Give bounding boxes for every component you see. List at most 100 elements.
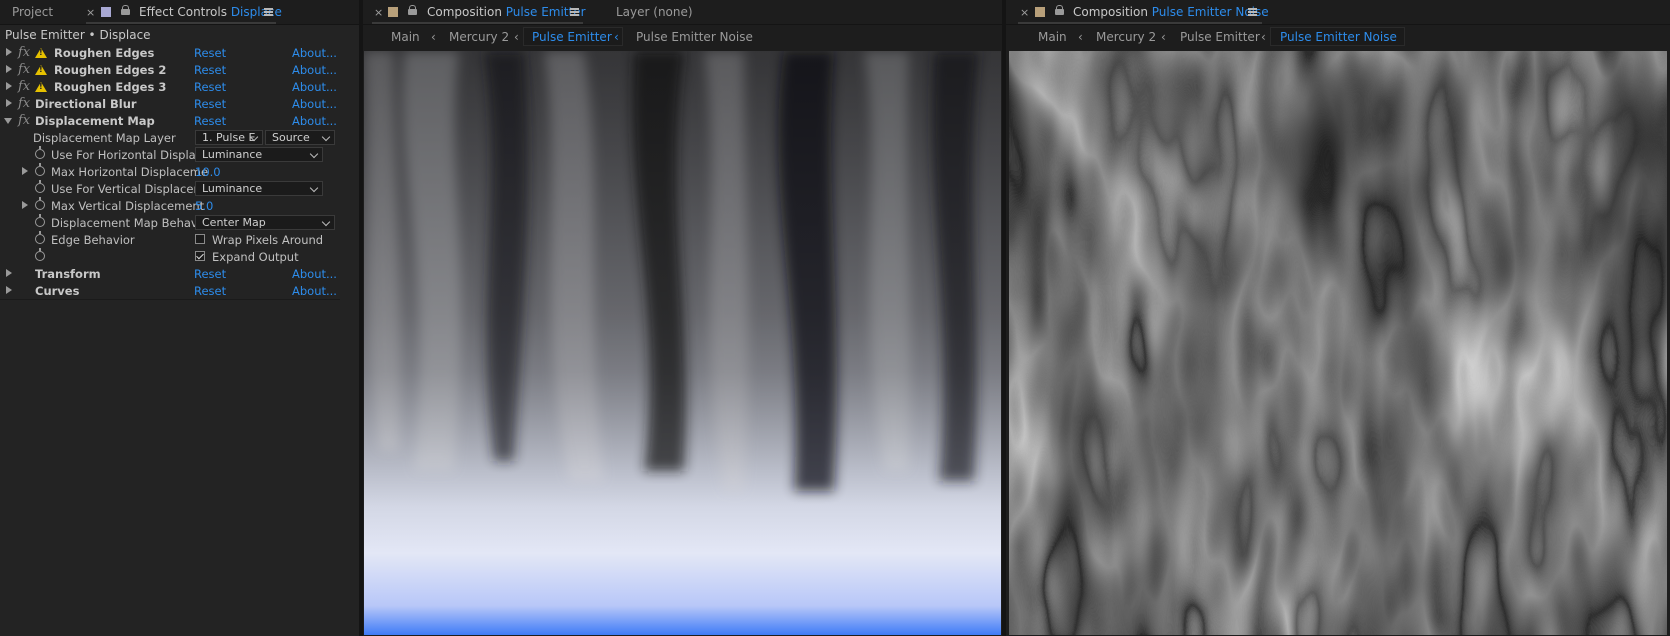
effect-row-roughen-edges-3[interactable]: fx Roughen Edges 3 Reset About... bbox=[0, 78, 340, 95]
divider bbox=[0, 299, 340, 300]
effect-row-roughen-edges-2[interactable]: fx Roughen Edges 2 Reset About... bbox=[0, 61, 340, 78]
prop-label: Use For Horizontal Displace bbox=[51, 148, 210, 162]
stopwatch-icon[interactable] bbox=[35, 248, 45, 261]
panel-menu-icon[interactable] bbox=[570, 8, 579, 16]
stopwatch-icon[interactable] bbox=[35, 231, 45, 244]
effect-row-directional-blur[interactable]: fx Directional Blur Reset About... bbox=[0, 95, 340, 112]
expand-triangle-icon[interactable] bbox=[22, 201, 28, 209]
warning-icon bbox=[35, 82, 47, 92]
max-vertical-value[interactable]: 5.0 bbox=[195, 199, 213, 213]
composition-panel-pulse-emitter-noise: × Composition Pulse Emitter Noise Main ‹… bbox=[1006, 0, 1670, 636]
prop-label: Max Horizontal Displaceme bbox=[51, 165, 209, 179]
map-layer-dropdown[interactable]: 1. Pulse E bbox=[195, 130, 263, 145]
effect-row-curves[interactable]: Curves Reset About... bbox=[0, 282, 340, 299]
composition-viewer-pulse-emitter-noise[interactable] bbox=[1009, 51, 1667, 635]
panel-tab-bar: × Composition Pulse Emitter Noise bbox=[1006, 0, 1670, 25]
close-icon[interactable]: × bbox=[1020, 6, 1029, 19]
tab-composition-label: Composition bbox=[1073, 5, 1148, 19]
breadcrumb-pulse-emitter-noise[interactable]: Pulse Emitter Noise bbox=[636, 30, 753, 44]
about-link[interactable]: About... bbox=[292, 46, 337, 60]
chevron-left-icon: ‹ bbox=[514, 30, 519, 44]
expand-triangle-icon[interactable] bbox=[6, 99, 12, 107]
chevron-left-icon: ‹ bbox=[1078, 30, 1083, 44]
tab-effect-controls[interactable]: Effect Controls Displace bbox=[139, 5, 282, 19]
map-behavior-dropdown[interactable]: Center Map bbox=[195, 215, 335, 230]
use-vertical-value: Luminance bbox=[202, 182, 263, 195]
panel-menu-icon[interactable] bbox=[1248, 8, 1257, 16]
fx-icon[interactable]: fx bbox=[18, 79, 30, 94]
tab-composition[interactable]: Composition Pulse Emitter bbox=[427, 5, 586, 19]
map-behavior-value: Center Map bbox=[202, 216, 266, 229]
lock-icon[interactable] bbox=[121, 5, 130, 15]
panel-tab-bar: Project × Effect Controls Displace bbox=[0, 0, 359, 25]
expand-triangle-icon[interactable] bbox=[6, 286, 12, 294]
about-link[interactable]: About... bbox=[292, 80, 337, 94]
stopwatch-icon[interactable] bbox=[35, 197, 45, 210]
effect-name: Curves bbox=[35, 284, 80, 298]
reset-link[interactable]: Reset bbox=[194, 63, 226, 77]
breadcrumb-main[interactable]: Main bbox=[1038, 30, 1067, 44]
about-link[interactable]: About... bbox=[292, 114, 337, 128]
reset-link[interactable]: Reset bbox=[194, 46, 226, 60]
prop-label: Max Vertical Displacement bbox=[51, 199, 205, 213]
chevron-down-icon bbox=[321, 132, 331, 142]
breadcrumb-pulse-emitter[interactable]: Pulse Emitter bbox=[532, 30, 612, 44]
about-link[interactable]: About... bbox=[292, 97, 337, 111]
breadcrumb-pulse-emitter[interactable]: Pulse Emitter bbox=[1180, 30, 1260, 44]
chevron-left-icon: ‹ bbox=[1161, 30, 1166, 44]
reset-link[interactable]: Reset bbox=[194, 267, 226, 281]
composition-viewer-pulse-emitter[interactable] bbox=[364, 51, 1001, 635]
fx-icon[interactable]: fx bbox=[18, 113, 30, 128]
tab-project[interactable]: Project bbox=[12, 5, 53, 19]
label-color-swatch bbox=[388, 7, 398, 17]
breadcrumb-mercury-2[interactable]: Mercury 2 bbox=[1096, 30, 1156, 44]
reset-link[interactable]: Reset bbox=[194, 284, 226, 298]
breadcrumb-pulse-emitter-noise[interactable]: Pulse Emitter Noise bbox=[1280, 30, 1397, 44]
expand-triangle-icon[interactable] bbox=[6, 82, 12, 90]
wrap-pixels-checkbox[interactable] bbox=[195, 234, 205, 244]
collapse-triangle-icon[interactable] bbox=[4, 118, 12, 124]
breadcrumb-mercury-2[interactable]: Mercury 2 bbox=[449, 30, 509, 44]
tab-composition[interactable]: Composition Pulse Emitter Noise bbox=[1073, 5, 1269, 19]
active-tab-underline bbox=[1018, 22, 1262, 24]
expand-output-checkbox[interactable] bbox=[195, 251, 205, 261]
map-source-dropdown[interactable]: Source bbox=[265, 130, 335, 145]
panel-menu-icon[interactable] bbox=[264, 8, 273, 16]
lock-icon[interactable] bbox=[408, 5, 417, 15]
effect-row-transform[interactable]: Transform Reset About... bbox=[0, 265, 340, 282]
about-link[interactable]: About... bbox=[292, 267, 337, 281]
fx-icon[interactable]: fx bbox=[18, 62, 30, 77]
prop-row-use-horizontal: Use For Horizontal Displace Luminance bbox=[0, 146, 340, 163]
tab-layer[interactable]: Layer (none) bbox=[616, 5, 693, 19]
close-icon[interactable]: × bbox=[86, 6, 95, 19]
fx-icon[interactable]: fx bbox=[18, 96, 30, 111]
stopwatch-icon[interactable] bbox=[35, 146, 45, 159]
prop-row-expand-output: Expand Output bbox=[0, 248, 340, 265]
pulse-emitter-render bbox=[364, 51, 1001, 635]
fx-icon[interactable]: fx bbox=[18, 45, 30, 60]
reset-link[interactable]: Reset bbox=[194, 80, 226, 94]
breadcrumb-main[interactable]: Main bbox=[391, 30, 420, 44]
reset-link[interactable]: Reset bbox=[194, 114, 226, 128]
composition-panel-pulse-emitter: × Composition Pulse Emitter Layer (none)… bbox=[363, 0, 1002, 636]
chevron-down-icon bbox=[309, 149, 319, 159]
expand-triangle-icon[interactable] bbox=[6, 48, 12, 56]
prop-label: Use For Vertical Displacem bbox=[51, 182, 205, 196]
reset-link[interactable]: Reset bbox=[194, 97, 226, 111]
stopwatch-icon[interactable] bbox=[35, 163, 45, 176]
about-link[interactable]: About... bbox=[292, 284, 337, 298]
close-icon[interactable]: × bbox=[374, 6, 383, 19]
effect-row-displacement-map[interactable]: fx Displacement Map Reset About... bbox=[0, 112, 340, 129]
about-link[interactable]: About... bbox=[292, 63, 337, 77]
use-horizontal-dropdown[interactable]: Luminance bbox=[195, 147, 323, 162]
expand-triangle-icon[interactable] bbox=[6, 269, 12, 277]
use-vertical-dropdown[interactable]: Luminance bbox=[195, 181, 323, 196]
max-horizontal-value[interactable]: 10.0 bbox=[195, 165, 221, 179]
effect-row-roughen-edges[interactable]: fx Roughen Edges Reset About... bbox=[0, 44, 340, 61]
stopwatch-icon[interactable] bbox=[35, 180, 45, 193]
expand-triangle-icon[interactable] bbox=[6, 65, 12, 73]
effect-controls-panel: Project × Effect Controls Displace Pulse… bbox=[0, 0, 359, 636]
lock-icon[interactable] bbox=[1055, 5, 1064, 15]
stopwatch-icon[interactable] bbox=[35, 214, 45, 227]
expand-triangle-icon[interactable] bbox=[22, 167, 28, 175]
